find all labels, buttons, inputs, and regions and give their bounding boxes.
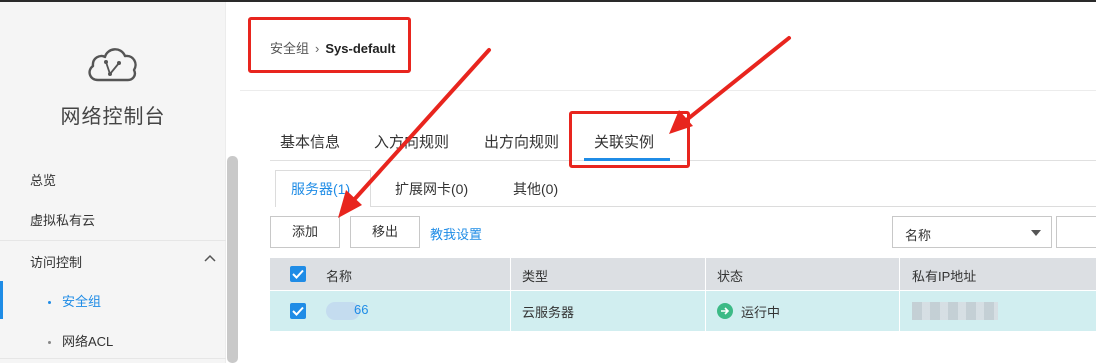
sidebar: 网络控制台 总览 虚拟私有云 访问控制 安全组 网络ACL	[0, 2, 226, 363]
filter-field-value: 名称	[905, 228, 932, 243]
chevron-up-icon	[204, 254, 216, 262]
column-divider	[510, 258, 511, 290]
row-checkbox[interactable]	[290, 303, 306, 319]
sidebar-item-vpc[interactable]: 虚拟私有云	[30, 210, 95, 229]
subtab-other[interactable]: 其他(0)	[513, 179, 558, 199]
annotation-box-tab	[569, 111, 690, 168]
add-button[interactable]: 添加	[270, 216, 340, 248]
sidebar-item-label: 网络ACL	[62, 334, 114, 349]
running-status-icon	[717, 303, 733, 319]
sidebar-item-overview[interactable]: 总览	[30, 170, 56, 189]
tab-basic-info[interactable]: 基本信息	[280, 131, 340, 152]
sidebar-item-security-group[interactable]: 安全组	[48, 291, 101, 310]
sidebar-group-label: 访问控制	[30, 255, 83, 270]
remove-button[interactable]: 移出	[350, 216, 420, 248]
column-divider	[899, 258, 900, 290]
table-row[interactable]: 66 云服务器 运行中	[270, 291, 1096, 331]
sidebar-scrollbar[interactable]	[227, 156, 238, 363]
filter-field-select[interactable]: 名称	[892, 216, 1052, 248]
filter-search-input[interactable]	[1056, 216, 1096, 248]
subtab-extension-nics[interactable]: 扩展网卡(0)	[395, 179, 468, 199]
column-header-type[interactable]: 类型	[522, 266, 548, 285]
sidebar-item-label: 安全组	[62, 294, 102, 309]
header-divider	[240, 90, 1096, 91]
sidebar-group-access-control[interactable]: 访问控制	[0, 240, 226, 278]
help-setup-link[interactable]: 教我设置	[430, 224, 482, 243]
column-header-private-ip[interactable]: 私有IP地址	[912, 266, 976, 285]
bullet-icon	[48, 301, 51, 305]
column-header-status[interactable]: 状态	[717, 266, 743, 285]
column-divider	[705, 258, 706, 290]
annotation-box-breadcrumb	[248, 17, 411, 73]
tab-inbound-rules[interactable]: 入方向规则	[374, 131, 449, 152]
sidebar-item-network-acl[interactable]: 网络ACL	[48, 331, 113, 350]
active-indicator	[0, 281, 3, 319]
column-divider	[705, 291, 706, 331]
server-status: 运行中	[741, 305, 781, 320]
column-divider	[510, 291, 511, 331]
server-name-link[interactable]: 66	[354, 302, 368, 317]
column-header-name[interactable]: 名称	[326, 266, 352, 285]
cloud-icon	[84, 40, 140, 84]
caret-down-icon	[1031, 230, 1041, 236]
column-divider	[899, 291, 900, 331]
bullet-icon	[48, 341, 51, 345]
table-header: 名称 类型 状态 私有IP地址	[270, 258, 1096, 290]
console-title: 网络控制台	[60, 106, 166, 128]
server-type: 云服务器	[522, 305, 575, 320]
redacted-private-ip	[912, 302, 998, 320]
subtabs-divider	[371, 206, 1096, 207]
tab-outbound-rules[interactable]: 出方向规则	[484, 131, 559, 152]
sidebar-divider	[0, 358, 226, 359]
subtab-servers[interactable]: 服务器(1)	[291, 179, 350, 199]
select-all-checkbox[interactable]	[290, 266, 306, 282]
